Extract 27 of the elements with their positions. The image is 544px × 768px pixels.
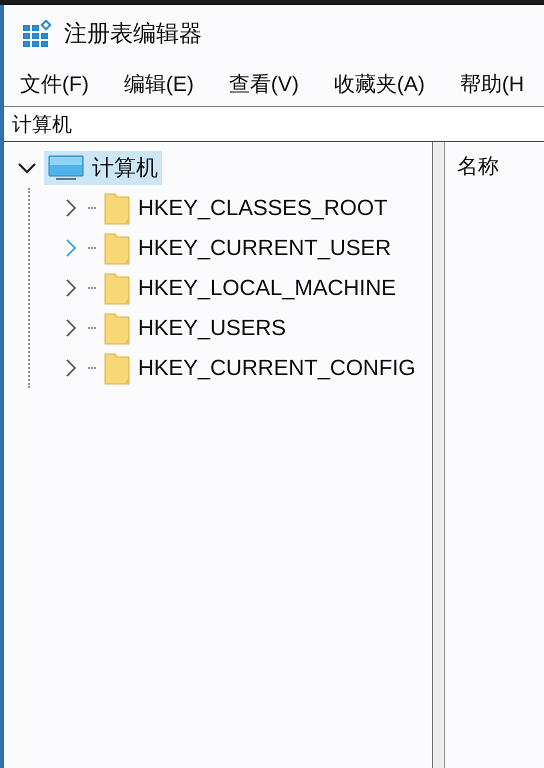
registry-app-icon: [22, 20, 52, 48]
folder-icon: [104, 272, 130, 304]
tree-item[interactable]: HKEY_CURRENT_USER: [100, 230, 396, 266]
menu-item[interactable]: 收藏夹(A): [326, 66, 433, 102]
address-field[interactable]: 计算机: [4, 106, 544, 142]
tree-line: [88, 327, 96, 329]
menu-item[interactable]: 编辑(E): [116, 66, 202, 102]
menu-item[interactable]: 查看(V): [220, 66, 307, 102]
tree-item[interactable]: 计算机: [44, 151, 162, 185]
tree-line: [88, 367, 96, 369]
menu-item[interactable]: 文件(F): [12, 66, 97, 102]
tree-item[interactable]: HKEY_CLASSES_ROOT: [100, 190, 392, 226]
menu-item[interactable]: 帮助(H: [452, 66, 532, 102]
window-title: 注册表编辑器: [64, 19, 202, 48]
tree-line: [88, 207, 96, 209]
tree-item[interactable]: HKEY_CURRENT_CONFIG: [100, 350, 420, 386]
tree-line: [88, 287, 96, 289]
tree-item[interactable]: HKEY_LOCAL_MACHINE: [100, 270, 400, 306]
folder-icon: [104, 232, 130, 264]
tree-line: [88, 247, 96, 249]
folder-icon: [104, 352, 130, 384]
computer-icon: [48, 155, 84, 181]
tree-item[interactable]: HKEY_USERS: [100, 310, 290, 346]
splitter-handle[interactable]: [432, 142, 445, 768]
folder-icon: [104, 312, 130, 344]
folder-icon: [104, 192, 130, 224]
column-header[interactable]: 名称: [457, 155, 499, 178]
